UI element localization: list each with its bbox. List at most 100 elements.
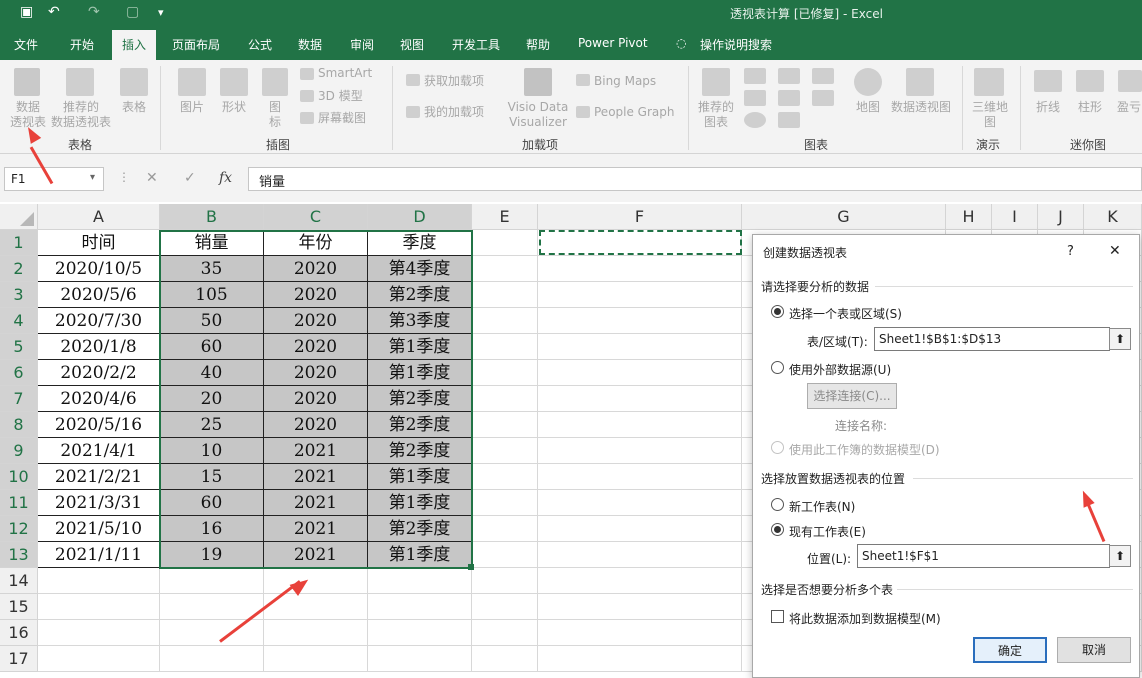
row-header-16[interactable]: 16: [0, 620, 38, 646]
table-cell-d2[interactable]: 第4季度: [368, 256, 472, 282]
cell-b17[interactable]: [160, 646, 264, 672]
cell-e15[interactable]: [472, 594, 538, 620]
cell-f16[interactable]: [538, 620, 742, 646]
save-icon[interactable]: ▣: [20, 4, 33, 20]
column-header-h[interactable]: H: [946, 204, 992, 230]
select-all-corner[interactable]: [0, 204, 38, 230]
cell-e13[interactable]: [472, 542, 538, 568]
table-cell-d8[interactable]: 第2季度: [368, 412, 472, 438]
cell-f10[interactable]: [538, 464, 742, 490]
table-cell-d12[interactable]: 第2季度: [368, 516, 472, 542]
tab-home[interactable]: 开始: [70, 36, 94, 53]
row-header-5[interactable]: 5: [0, 334, 38, 360]
fill-handle[interactable]: [468, 564, 474, 570]
table-cell-b7[interactable]: 20: [160, 386, 264, 412]
table-cell-d3[interactable]: 第2季度: [368, 282, 472, 308]
row-header-8[interactable]: 8: [0, 412, 38, 438]
get-addins-button[interactable]: 获取加载项: [424, 74, 484, 89]
ok-button[interactable]: 确定: [973, 637, 1047, 663]
table-cell-c9[interactable]: 2021: [264, 438, 368, 464]
radio-existing-worksheet-label[interactable]: 现有工作表(E): [789, 523, 866, 540]
row-header-3[interactable]: 3: [0, 282, 38, 308]
column-header-i[interactable]: I: [992, 204, 1038, 230]
print-preview-icon[interactable]: ▢: [126, 4, 139, 20]
cell-f2[interactable]: [538, 256, 742, 282]
cell-b16[interactable]: [160, 620, 264, 646]
cell-b15[interactable]: [160, 594, 264, 620]
cell-d14[interactable]: [368, 568, 472, 594]
cell-d16[interactable]: [368, 620, 472, 646]
people-graph-button[interactable]: People Graph: [594, 105, 675, 120]
table-cell-a12[interactable]: 2021/5/10: [38, 516, 160, 542]
radio-new-worksheet[interactable]: [771, 498, 784, 511]
3d-map-button[interactable]: 三维地 图: [968, 100, 1012, 130]
tab-developer[interactable]: 开发工具: [452, 36, 500, 53]
location-collapse-icon[interactable]: ⬆: [1109, 545, 1131, 567]
cell-d17[interactable]: [368, 646, 472, 672]
tab-data[interactable]: 数据: [298, 36, 322, 53]
table-cell-b10[interactable]: 15: [160, 464, 264, 490]
chevron-down-icon[interactable]: ▾: [90, 172, 95, 183]
sparkline-line-button[interactable]: 折线: [1030, 100, 1066, 115]
redo-icon[interactable]: ↷: [88, 4, 100, 20]
screenshot-button[interactable]: 屏幕截图: [318, 111, 366, 126]
tab-file[interactable]: 文件: [14, 36, 38, 53]
column-chart-icon[interactable]: [744, 68, 766, 84]
cell-f11[interactable]: [538, 490, 742, 516]
table-cell-a5[interactable]: 2020/1/8: [38, 334, 160, 360]
cell-e3[interactable]: [472, 282, 538, 308]
table-cell-b9[interactable]: 10: [160, 438, 264, 464]
row-header-15[interactable]: 15: [0, 594, 38, 620]
tab-page-layout[interactable]: 页面布局: [172, 36, 220, 53]
cell-f7[interactable]: [538, 386, 742, 412]
name-box[interactable]: F1: [4, 167, 104, 191]
cell-a16[interactable]: [38, 620, 160, 646]
fx-icon[interactable]: fx: [219, 170, 232, 186]
help-icon[interactable]: ?: [1067, 244, 1074, 259]
picture-button[interactable]: 图片: [174, 100, 210, 115]
cell-a15[interactable]: [38, 594, 160, 620]
radio-data-model-label[interactable]: 使用此工作簿的数据模型(D): [789, 441, 940, 458]
table-cell-a6[interactable]: 2020/2/2: [38, 360, 160, 386]
cell-e12[interactable]: [472, 516, 538, 542]
sparkline-winloss-button[interactable]: 盈亏: [1116, 100, 1142, 115]
header-cell-d1[interactable]: 季度: [368, 230, 472, 256]
header-cell-a1[interactable]: 时间: [38, 230, 160, 256]
customize-qat-icon[interactable]: ▾: [158, 6, 164, 19]
header-cell-b1[interactable]: 销量: [160, 230, 264, 256]
radio-new-worksheet-label[interactable]: 新工作表(N): [789, 498, 855, 515]
table-cell-c6[interactable]: 2020: [264, 360, 368, 386]
hierarchy-chart-icon[interactable]: [778, 68, 800, 84]
add-to-model-label[interactable]: 将此数据添加到数据模型(M): [789, 610, 941, 627]
line-chart-icon[interactable]: [744, 90, 766, 106]
radio-external-source-label[interactable]: 使用外部数据源(U): [789, 361, 891, 378]
cell-f5[interactable]: [538, 334, 742, 360]
cell-f4[interactable]: [538, 308, 742, 334]
maps-button[interactable]: 地图: [850, 100, 886, 115]
table-cell-c13[interactable]: 2021: [264, 542, 368, 568]
radio-select-range[interactable]: [771, 305, 784, 318]
table-cell-c11[interactable]: 2021: [264, 490, 368, 516]
table-cell-a2[interactable]: 2020/10/5: [38, 256, 160, 282]
table-cell-d6[interactable]: 第1季度: [368, 360, 472, 386]
column-header-e[interactable]: E: [472, 204, 538, 230]
cell-d15[interactable]: [368, 594, 472, 620]
table-cell-d9[interactable]: 第2季度: [368, 438, 472, 464]
table-cell-b3[interactable]: 105: [160, 282, 264, 308]
close-icon[interactable]: ✕: [1109, 243, 1121, 259]
row-header-4[interactable]: 4: [0, 308, 38, 334]
shapes-button[interactable]: 形状: [216, 100, 252, 115]
row-header-13[interactable]: 13: [0, 542, 38, 568]
cell-e8[interactable]: [472, 412, 538, 438]
radio-external-source[interactable]: [771, 361, 784, 374]
table-button[interactable]: 表格: [116, 100, 152, 115]
cell-e17[interactable]: [472, 646, 538, 672]
table-cell-b6[interactable]: 40: [160, 360, 264, 386]
table-cell-c4[interactable]: 2020: [264, 308, 368, 334]
cell-e6[interactable]: [472, 360, 538, 386]
cell-f13[interactable]: [538, 542, 742, 568]
cell-f8[interactable]: [538, 412, 742, 438]
cell-a14[interactable]: [38, 568, 160, 594]
pivot-chart-button[interactable]: 数据透视图: [886, 100, 956, 115]
column-header-f[interactable]: F: [538, 204, 742, 230]
